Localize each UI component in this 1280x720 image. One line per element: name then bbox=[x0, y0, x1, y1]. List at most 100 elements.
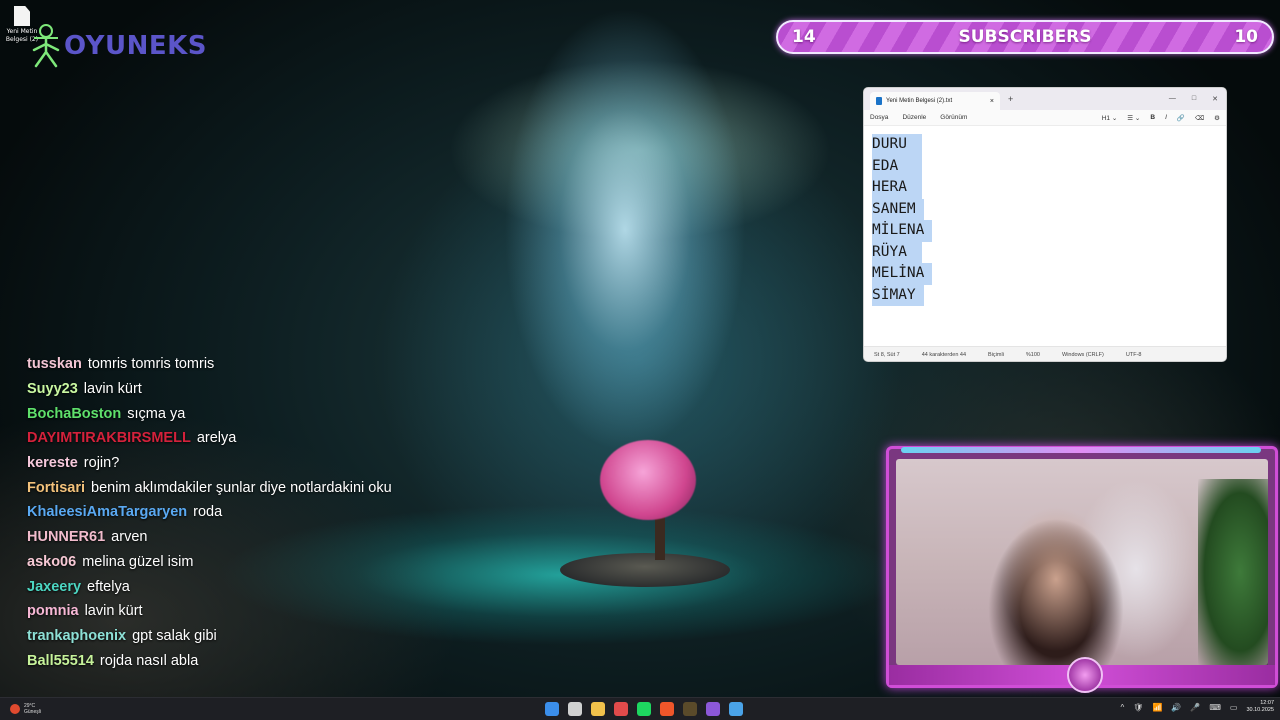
notepad-menubar: Dosya Düzenle Görünüm H1 ⌄ ☰ ⌄ B I 🔗 ⌫ ⚙ bbox=[864, 110, 1226, 126]
chat-text: melina güzel isim bbox=[82, 553, 194, 570]
notepad-editor[interactable]: DURU EDA HERA SANEM MİLENA RÜYA MELİNA S… bbox=[864, 126, 1226, 346]
sun-icon bbox=[10, 704, 20, 714]
chat-message: Fortisari benim aklımdakiler şunlar diye … bbox=[27, 475, 487, 500]
app-dark-icon[interactable] bbox=[683, 702, 697, 716]
notepad-format-toolbar: H1 ⌄ ☰ ⌄ B I 🔗 ⌫ ⚙ bbox=[1102, 114, 1226, 122]
weather-widget[interactable]: 29°C Güneşli bbox=[0, 703, 41, 715]
tab-close-icon[interactable]: × bbox=[990, 98, 994, 105]
subscriber-current-count: 14 bbox=[792, 27, 816, 47]
chat-text: sıçma ya bbox=[127, 405, 186, 422]
format-mode[interactable]: Biçimli bbox=[988, 352, 1004, 358]
notepad-tab[interactable]: Yeni Metin Belgesi (2).txt × bbox=[870, 92, 1000, 110]
display-icon[interactable]: ▭ bbox=[1230, 703, 1238, 712]
chat-text: gpt salak gibi bbox=[132, 627, 217, 644]
spotify-icon[interactable] bbox=[637, 702, 651, 716]
chat-text: benim aklımdakiler şunlar diye notlardak… bbox=[91, 479, 392, 496]
chat-username: asko06 bbox=[27, 553, 77, 570]
minimize-button[interactable]: — bbox=[1169, 95, 1176, 103]
chat-text: lavin kürt bbox=[83, 381, 142, 398]
settings-gear-icon[interactable]: ⚙ bbox=[1214, 114, 1220, 122]
chat-message: Jaxeery eftelya bbox=[27, 574, 487, 599]
clock-date: 30.10.2025 bbox=[1246, 707, 1274, 713]
app-red-icon[interactable] bbox=[614, 702, 628, 716]
notepad-icon[interactable] bbox=[729, 702, 743, 716]
task-view-icon[interactable] bbox=[568, 702, 582, 716]
weather-desc: Güneşli bbox=[24, 709, 41, 715]
close-window-button[interactable]: ✕ bbox=[1212, 95, 1218, 103]
chat-text: roda bbox=[193, 504, 223, 521]
system-tray: ^ 🛡 📶 🔊 🎤 ⌨ ▭ 12:07 30.10.2025 bbox=[1121, 700, 1274, 714]
webcam-frame bbox=[886, 446, 1278, 693]
chat-message: DAYIMTIRAKBIRSMELL arelya bbox=[27, 426, 487, 451]
webcam-frame-topbar bbox=[901, 447, 1261, 453]
heading-dropdown[interactable]: H1 ⌄ bbox=[1102, 114, 1118, 122]
line-ending: Windows (CRLF) bbox=[1062, 351, 1104, 358]
text-line: HERA bbox=[872, 177, 922, 199]
obs-icon[interactable] bbox=[706, 702, 720, 716]
chat-username: trankaphoenix bbox=[27, 627, 127, 644]
chat-message: KhaleesiAmaTargaryen roda bbox=[27, 500, 487, 525]
network-icon[interactable]: 📶 bbox=[1152, 703, 1162, 712]
subscriber-goal-bar: 14 SUBSCRIBERS 10 bbox=[776, 20, 1274, 54]
chat-username: KhaleesiAmaTargaryen bbox=[27, 504, 188, 521]
notepad-titlebar[interactable]: Yeni Metin Belgesi (2).txt × + — □ ✕ bbox=[864, 88, 1226, 110]
keyboard-icon[interactable]: ⌨ bbox=[1209, 703, 1221, 712]
chat-message: tusskan tomris tomris tomris bbox=[27, 352, 487, 377]
menu-duzenle[interactable]: Düzenle bbox=[902, 114, 926, 121]
volume-icon[interactable]: 🔊 bbox=[1171, 703, 1181, 712]
windows-start-icon[interactable] bbox=[545, 702, 559, 716]
chat-username: BochaBoston bbox=[27, 405, 122, 422]
chat-username: pomnia bbox=[27, 603, 79, 620]
chat-message: HUNNER61 arven bbox=[27, 525, 487, 550]
security-icon[interactable]: 🛡 bbox=[1133, 703, 1143, 712]
chat-message: Suyy23 lavin kürt bbox=[27, 377, 487, 402]
maximize-button[interactable]: □ bbox=[1192, 95, 1196, 103]
chat-message: asko06 melina güzel isim bbox=[27, 550, 487, 575]
subscriber-goal-count: 10 bbox=[1234, 27, 1258, 47]
subscriber-label: SUBSCRIBERS bbox=[958, 27, 1092, 47]
text-line: DURU bbox=[872, 134, 922, 156]
text-line: MELİNA bbox=[872, 263, 933, 285]
list-dropdown[interactable]: ☰ ⌄ bbox=[1127, 114, 1140, 122]
cursor-position: St 8, Süt 7 bbox=[874, 351, 900, 358]
brave-icon[interactable] bbox=[660, 702, 674, 716]
chat-text: lavin kürt bbox=[84, 603, 143, 620]
new-tab-button[interactable]: + bbox=[1008, 94, 1013, 104]
wallpaper-islet bbox=[560, 553, 730, 587]
clock[interactable]: 12:07 30.10.2025 bbox=[1246, 700, 1274, 714]
chat-username: Jaxeery bbox=[27, 578, 82, 595]
clock-time: 12:07 bbox=[1260, 700, 1274, 706]
menu-gorunum[interactable]: Görünüm bbox=[940, 114, 967, 121]
oyuneks-logo: OYUNEKS bbox=[28, 22, 207, 70]
chat-username: DAYIMTIRAKBIRSMELL bbox=[27, 430, 191, 447]
file-explorer-icon[interactable] bbox=[591, 702, 605, 716]
notepad-statusbar: St 8, Süt 7 44 karakterden 44 Biçimli %1… bbox=[864, 346, 1226, 361]
taskbar-apps bbox=[545, 702, 743, 716]
chat-message: trankaphoenix gpt salak gibi bbox=[27, 624, 487, 649]
notepad-window[interactable]: Yeni Metin Belgesi (2).txt × + — □ ✕ Dos… bbox=[863, 87, 1227, 362]
menu-dosya[interactable]: Dosya bbox=[870, 114, 888, 121]
chat-username: Suyy23 bbox=[27, 381, 78, 398]
italic-button[interactable]: I bbox=[1165, 114, 1167, 122]
chat-text: arven bbox=[111, 529, 148, 546]
text-line: SİMAY bbox=[872, 284, 924, 306]
link-icon[interactable]: 🔗 bbox=[1177, 114, 1185, 122]
clear-format-icon[interactable]: ⌫ bbox=[1195, 114, 1204, 122]
chat-username: tusskan bbox=[27, 356, 82, 373]
chat-username: HUNNER61 bbox=[27, 529, 106, 546]
chat-text: tomris tomris tomris bbox=[87, 356, 215, 373]
chat-username: Ball55514 bbox=[27, 652, 94, 669]
chat-message: Ball55514 rojda nasıl abla bbox=[27, 648, 487, 673]
chat-text: eftelya bbox=[87, 578, 130, 595]
mascot-icon bbox=[32, 24, 60, 68]
logo-text: OYUNEKS bbox=[64, 31, 208, 61]
chat-username: kereste bbox=[27, 455, 78, 472]
window-controls: — □ ✕ bbox=[1169, 95, 1226, 103]
chat-message: pomnia lavin kürt bbox=[27, 599, 487, 624]
tray-overflow-icon[interactable]: ^ bbox=[1121, 703, 1125, 712]
microphone-icon[interactable]: 🎤 bbox=[1190, 703, 1200, 712]
wallpaper-tree-canopy bbox=[600, 440, 696, 520]
stream-chat: tusskan tomris tomris tomris Suyy23 lavin … bbox=[27, 352, 487, 673]
text-line: EDA bbox=[872, 155, 922, 177]
bold-button[interactable]: B bbox=[1150, 114, 1155, 122]
